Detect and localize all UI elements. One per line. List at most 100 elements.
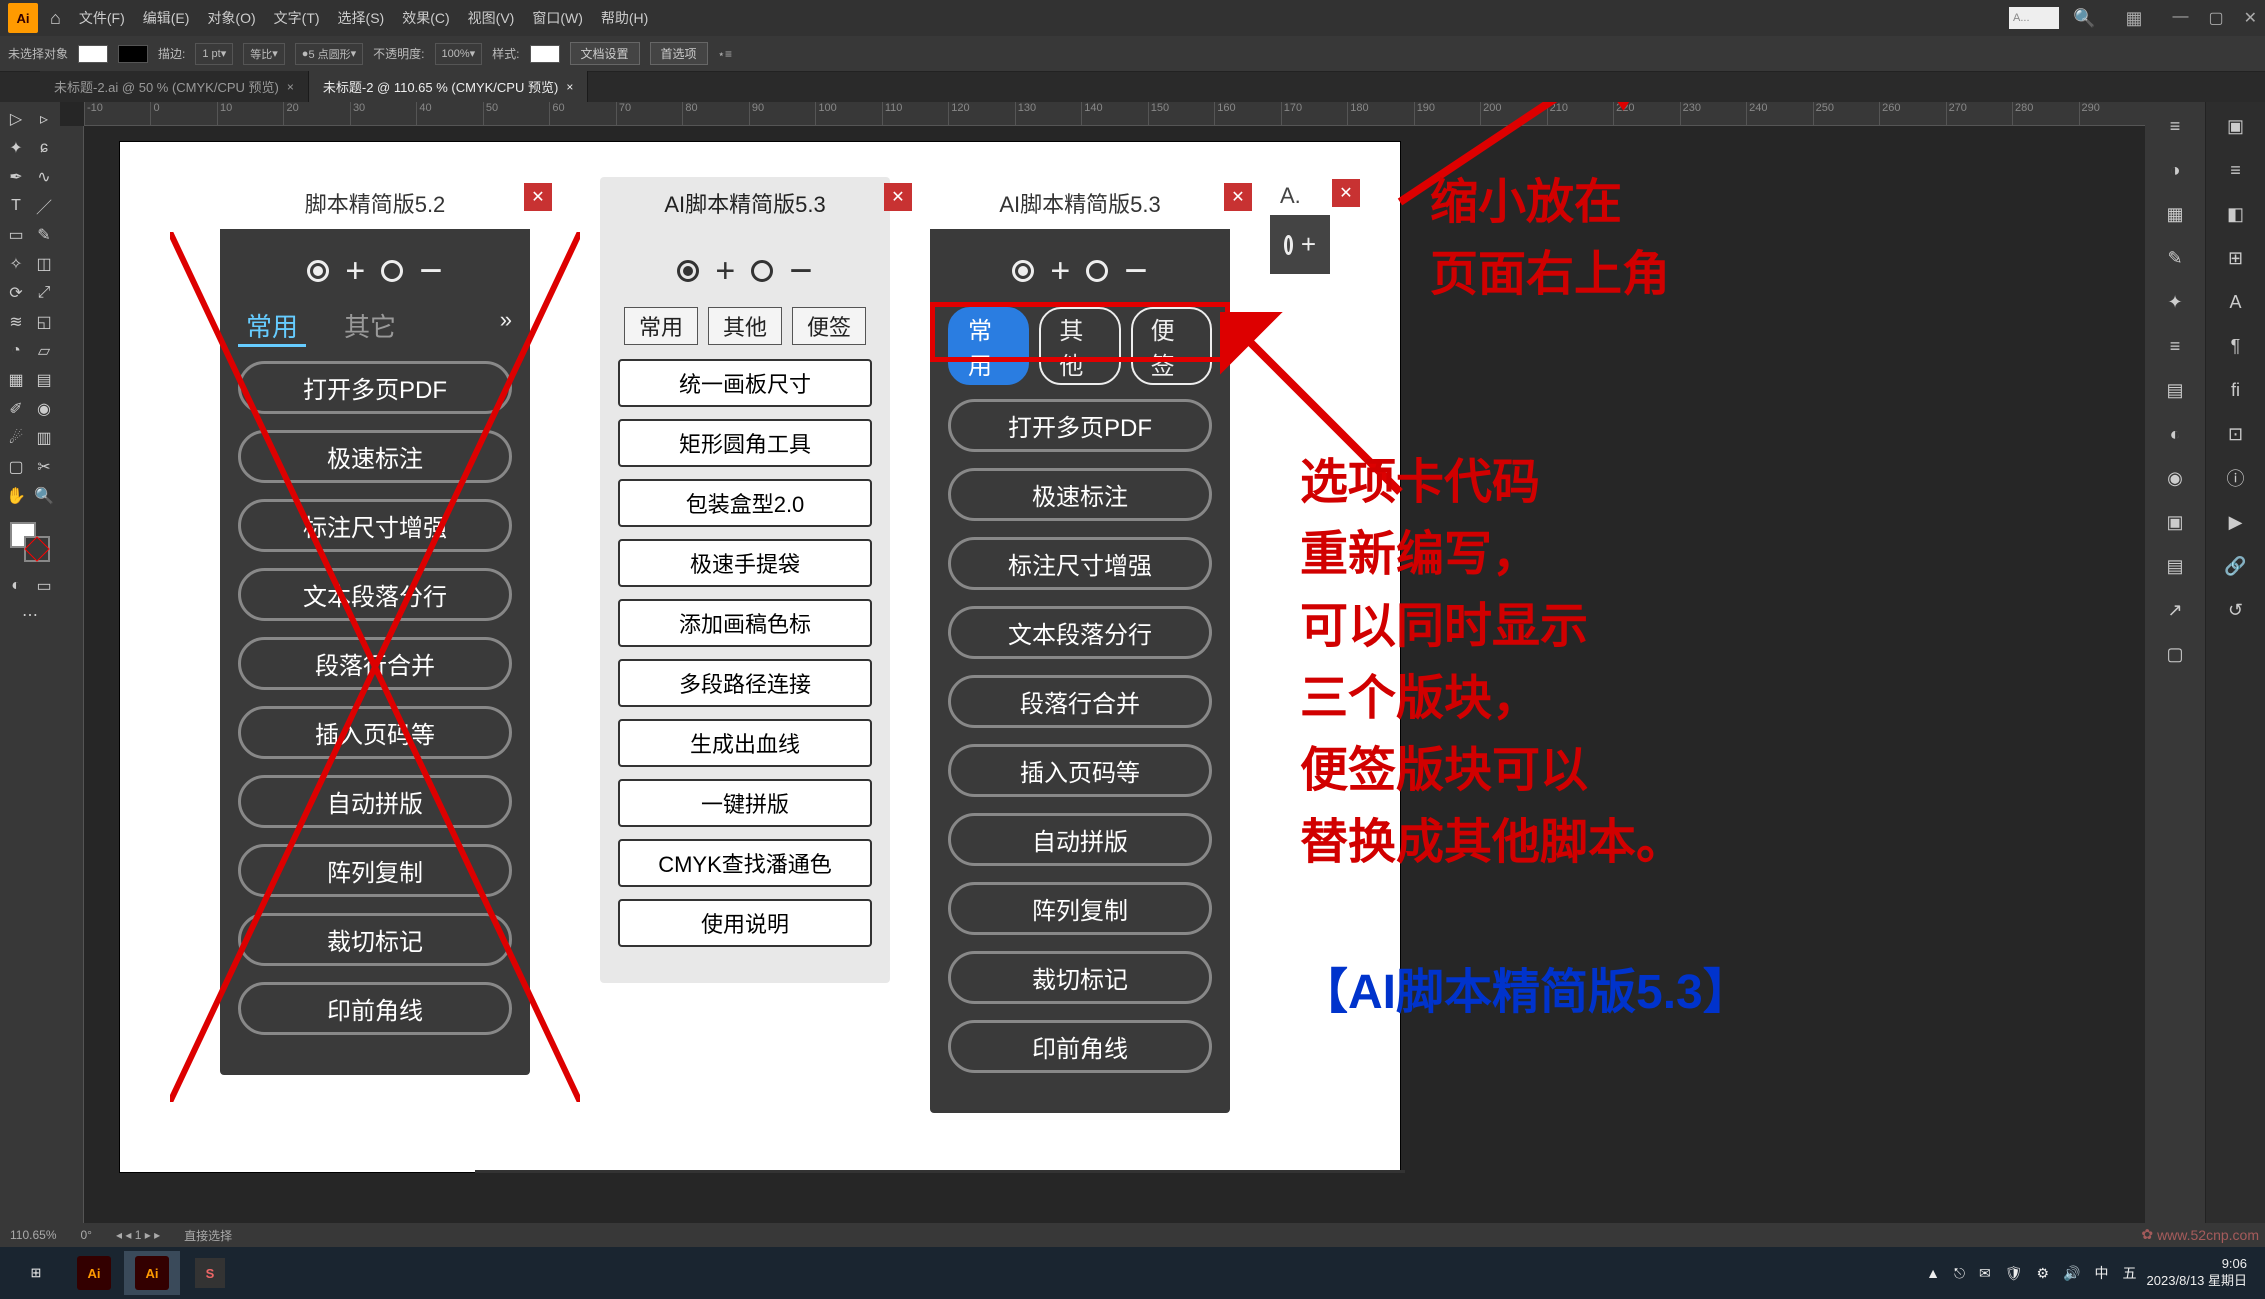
stroke-panel-icon[interactable]: ≡ xyxy=(2157,328,2193,364)
taskbar-app[interactable]: Ai xyxy=(66,1251,122,1295)
maximize-icon[interactable]: ▢ xyxy=(2208,8,2223,28)
gradient-tool[interactable]: ▤ xyxy=(31,367,57,393)
brush-preset[interactable]: ● 5 点圆形 ▾ xyxy=(295,43,363,65)
info-icon[interactable]: ⓘ xyxy=(2218,460,2254,496)
links-icon[interactable]: 🔗 xyxy=(2218,548,2254,584)
edit-toolbar-icon[interactable]: ⋯ xyxy=(17,602,43,628)
gradient-panel-icon[interactable]: ▤ xyxy=(2157,372,2193,408)
artboard-tool[interactable]: ▢ xyxy=(3,454,29,480)
magic-wand-tool[interactable]: ✦ xyxy=(3,135,29,161)
transform-icon[interactable]: ⊞ xyxy=(2218,240,2254,276)
radio-on-icon[interactable] xyxy=(1012,260,1034,282)
align-icon[interactable]: ≡ xyxy=(2218,152,2254,188)
menu-effect[interactable]: 效果(C) xyxy=(402,8,449,28)
close-icon[interactable]: ✕ xyxy=(2244,8,2257,28)
script-button[interactable]: 印前角线 xyxy=(238,982,512,1035)
script-button[interactable]: 打开多页PDF xyxy=(948,399,1212,452)
script-button[interactable]: 矩形圆角工具 xyxy=(618,419,872,467)
pen-tool[interactable]: ✒ xyxy=(3,164,29,190)
navigator-icon[interactable]: ⊡ xyxy=(2218,416,2254,452)
para-icon[interactable]: ¶ xyxy=(2218,328,2254,364)
menu-window[interactable]: 窗口(W) xyxy=(532,8,583,28)
tray-icon[interactable]: 🛡 xyxy=(2005,1265,2023,1282)
minimize-icon[interactable]: — xyxy=(2172,8,2188,28)
layers-icon[interactable]: ▤ xyxy=(2157,548,2193,584)
script-button[interactable]: 阵列复制 xyxy=(948,882,1212,935)
graphic-styles-icon[interactable]: ▣ xyxy=(2157,504,2193,540)
color-chips[interactable] xyxy=(10,522,50,562)
script-button[interactable]: 生成出血线 xyxy=(618,719,872,767)
style-swatch[interactable] xyxy=(530,45,560,63)
close-icon[interactable]: × xyxy=(287,80,294,94)
script-button[interactable]: 统一画板尺寸 xyxy=(618,359,872,407)
ime-icon[interactable]: 五 xyxy=(2123,1263,2137,1283)
tab-common[interactable]: 常用 xyxy=(624,307,698,345)
tab-notes[interactable]: 便签 xyxy=(792,307,866,345)
script-button[interactable]: 段落行合并 xyxy=(238,637,512,690)
tray-icon[interactable]: ⚙ xyxy=(2037,1265,2050,1282)
eraser-tool[interactable]: ◫ xyxy=(31,251,57,277)
radio-off-icon[interactable] xyxy=(751,260,773,282)
start-button[interactable]: ⊞ xyxy=(8,1251,64,1295)
type-tool[interactable]: T xyxy=(3,193,29,219)
menu-file[interactable]: 文件(F) xyxy=(79,8,125,28)
menu-object[interactable]: 对象(O) xyxy=(207,8,255,28)
script-button[interactable]: 包装盒型2.0 xyxy=(618,479,872,527)
script-button[interactable]: 裁切标记 xyxy=(238,913,512,966)
hand-tool[interactable]: ✋ xyxy=(3,483,29,509)
perspective-tool[interactable]: ▱ xyxy=(31,338,57,364)
stroke-weight[interactable]: 1 pt ▾ xyxy=(195,43,233,65)
radio-off-icon[interactable] xyxy=(381,260,403,282)
asset-export-icon[interactable]: ↗ xyxy=(2157,592,2193,628)
shaper-tool[interactable]: ✧ xyxy=(3,251,29,277)
radio-on-icon[interactable] xyxy=(1284,235,1293,255)
script-button[interactable]: 阵列复制 xyxy=(238,844,512,897)
close-button[interactable]: ✕ xyxy=(884,183,912,211)
volume-icon[interactable]: 🔊 xyxy=(2063,1265,2080,1282)
taskbar-app[interactable]: S xyxy=(182,1251,238,1295)
close-button[interactable]: ✕ xyxy=(1332,179,1360,207)
background-chip[interactable] xyxy=(24,536,50,562)
draw-mode-icon[interactable]: ◐ xyxy=(3,573,29,599)
menu-select[interactable]: 选择(S) xyxy=(338,8,385,28)
close-icon[interactable]: × xyxy=(566,80,573,94)
radio-off-icon[interactable] xyxy=(1086,260,1108,282)
arrange-icon[interactable]: ▦ xyxy=(2125,8,2142,29)
menu-edit[interactable]: 编辑(E) xyxy=(143,8,190,28)
curvature-tool[interactable]: ∿ xyxy=(31,164,57,190)
script-button[interactable]: 使用说明 xyxy=(618,899,872,947)
script-button[interactable]: 段落行合并 xyxy=(948,675,1212,728)
mesh-tool[interactable]: ▦ xyxy=(3,367,29,393)
radio-on-icon[interactable] xyxy=(677,260,699,282)
script-button[interactable]: 印前角线 xyxy=(948,1020,1212,1073)
script-button[interactable]: 裁切标记 xyxy=(948,951,1212,1004)
tray-icon[interactable]: ✉ xyxy=(1979,1265,1991,1282)
radio-on-icon[interactable] xyxy=(307,260,329,282)
close-button[interactable]: ✕ xyxy=(524,183,552,211)
rotation[interactable]: 0° xyxy=(80,1228,91,1242)
tab-other[interactable]: 其他 xyxy=(708,307,782,345)
home-icon[interactable]: ⌂ xyxy=(50,8,61,29)
tab-common[interactable]: 常用 xyxy=(238,307,306,347)
rect-tool[interactable]: ▭ xyxy=(3,222,29,248)
graph-tool[interactable]: ▥ xyxy=(31,425,57,451)
search-icon[interactable]: 🔍 xyxy=(2073,8,2095,29)
appearance-icon[interactable]: ◉ xyxy=(2157,460,2193,496)
line-tool[interactable]: ／ xyxy=(31,193,57,219)
symbols-icon[interactable]: ✦ xyxy=(2157,284,2193,320)
tray-icon[interactable]: ⎋ xyxy=(1954,1265,1965,1282)
scale-tool[interactable]: ⤢ xyxy=(31,280,57,306)
symbol-sprayer-tool[interactable]: ☄ xyxy=(3,425,29,451)
doc-tab-1[interactable]: 未标题-2.ai @ 50 % (CMYK/CPU 预览)× xyxy=(40,71,309,102)
script-button[interactable]: 标注尺寸增强 xyxy=(238,499,512,552)
chevron-right-icon[interactable]: » xyxy=(500,307,512,347)
swatches-icon[interactable]: ▦ xyxy=(2157,196,2193,232)
script-button[interactable]: 标注尺寸增强 xyxy=(948,537,1212,590)
opacity-value[interactable]: 100% ▾ xyxy=(435,43,483,65)
script-button[interactable]: 多段路径连接 xyxy=(618,659,872,707)
script-button[interactable]: 打开多页PDF xyxy=(238,361,512,414)
tray-icon[interactable]: ▲ xyxy=(1926,1265,1940,1281)
fill-swatch[interactable] xyxy=(78,45,108,63)
selection-tool[interactable]: ▷ xyxy=(3,106,29,132)
zoom-tool[interactable]: 🔍 xyxy=(31,483,57,509)
